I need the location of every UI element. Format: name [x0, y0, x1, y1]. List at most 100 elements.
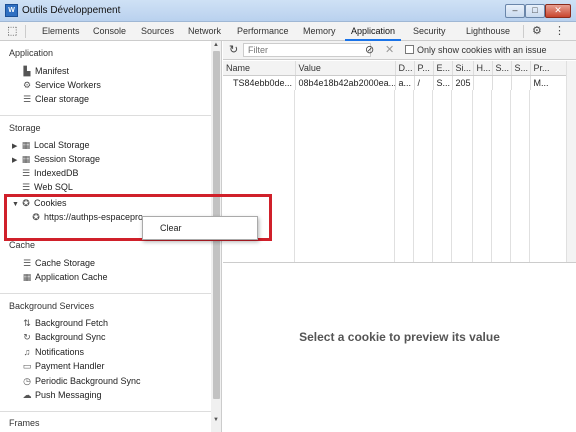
column-divider [394, 90, 395, 262]
table-cell: S... [433, 75, 453, 90]
sidebar-item-payment-handler[interactable]: ▭ Payment Handler [21, 361, 105, 372]
cookies-table: Name Value D... P... E... Si... H... S..… [223, 61, 567, 90]
sidebar-item-background-sync[interactable]: ↻ Background Sync [21, 332, 105, 343]
sidebar-item-push-messaging[interactable]: ☁ Push Messaging [21, 390, 102, 401]
section-divider [0, 411, 211, 412]
column-divider [472, 90, 473, 262]
sidebar-item-background-fetch[interactable]: ⇅ Background Fetch [21, 318, 108, 329]
table-scrollbar[interactable] [566, 61, 576, 262]
sidebar-item-application-cache[interactable]: ▦ Application Cache [21, 272, 108, 283]
tab-elements[interactable]: Elements [42, 22, 80, 41]
grid-icon: ▦ [22, 272, 32, 282]
cookie-filter-input[interactable] [243, 43, 371, 57]
column-header-path[interactable]: P... [414, 61, 434, 76]
column-header-samesite[interactable]: S... [511, 61, 531, 76]
column-divider [451, 90, 452, 262]
table-cell: 08b4e18b42ab2000ea... [295, 75, 396, 90]
credit-card-icon: ▭ [22, 361, 32, 371]
devtools-app-icon: W [5, 4, 18, 17]
scroll-up-arrow-icon[interactable]: ▲ [213, 42, 219, 48]
table-cell [511, 75, 531, 90]
sidebar-item-periodic-background-sync[interactable]: ◷ Periodic Background Sync [21, 376, 141, 387]
tab-lighthouse[interactable]: Lighthouse [466, 22, 510, 41]
scroll-down-arrow-icon[interactable]: ▼ [213, 417, 219, 423]
tab-console[interactable]: Console [93, 22, 126, 41]
delete-selected-icon[interactable]: ✕ [385, 44, 394, 56]
clear-all-icon[interactable]: ⊘ [365, 44, 374, 56]
minimize-button[interactable]: – [505, 4, 525, 18]
sync-icon: ↻ [23, 332, 31, 342]
devtools-tabbar: ⬚ Elements Console Sources Network Perfo… [0, 22, 576, 41]
inspect-element-icon[interactable]: ⬚ [7, 25, 17, 37]
only-issues-label: Only show cookies with an issue [417, 45, 547, 55]
section-background-services: Background Services [9, 301, 95, 311]
maximize-button[interactable]: □ [525, 4, 545, 18]
table-row[interactable]: TS84ebb0de... 08b4e18b42ab2000ea... a...… [223, 75, 567, 90]
column-header-domain[interactable]: D... [395, 61, 415, 76]
table-cell: M... [530, 75, 567, 90]
sidebar-item-manifest[interactable]: ▙ Manifest [21, 66, 69, 77]
tab-performance[interactable]: Performance [237, 22, 289, 41]
sidebar-item-web-sql[interactable]: ☰ Web SQL [20, 182, 73, 193]
grid-icon: ▦ [21, 154, 31, 164]
bottom-bar [223, 409, 576, 432]
column-header-value[interactable]: Value [295, 61, 396, 76]
file-icon: ▙ [23, 66, 31, 76]
section-divider [0, 293, 211, 294]
context-menu-clear[interactable]: Clear [160, 223, 182, 233]
database-icon: ☰ [21, 182, 31, 192]
table-cell [492, 75, 512, 90]
cookie-preview-panel: Select a cookie to preview its value [223, 263, 576, 409]
column-divider [432, 90, 433, 262]
window-titlebar: W Outils Développement – □ ✕ [0, 0, 576, 22]
sidebar-item-cache-storage[interactable]: ☰ Cache Storage [21, 258, 95, 269]
table-header-row: Name Value D... P... E... Si... H... S..… [223, 61, 567, 76]
sidebar-item-notifications[interactable]: ♫ Notifications [21, 347, 84, 357]
sidebar-item-session-storage[interactable]: ▶ ▦ Session Storage [12, 154, 100, 165]
column-divider [491, 90, 492, 262]
sidebar-item-clear-storage[interactable]: ☰ Clear storage [21, 94, 89, 105]
tab-network[interactable]: Network [188, 22, 221, 41]
preview-empty-message: Select a cookie to preview its value [299, 330, 500, 344]
expand-arrow-icon[interactable]: ▶ [12, 142, 20, 150]
sidebar-item-local-storage[interactable]: ▶ ▦ Local Storage [12, 140, 90, 151]
expand-arrow-icon[interactable]: ▶ [12, 156, 20, 164]
column-header-name[interactable]: Name [223, 61, 296, 76]
tab-security[interactable]: Security [413, 22, 446, 41]
table-cell [473, 75, 493, 90]
table-cell: a... [395, 75, 415, 90]
tab-sources[interactable]: Sources [141, 22, 174, 41]
window-title: Outils Développement [22, 5, 121, 16]
settings-gear-icon[interactable]: ⚙ [532, 25, 542, 37]
cookies-toolbar: ↻ ⊘ ✕ Only show cookies with an issue [223, 41, 576, 60]
section-cache: Cache [9, 240, 36, 250]
database-icon: ☰ [22, 258, 32, 268]
column-divider [294, 90, 295, 262]
column-header-priority[interactable]: Pr... [530, 61, 567, 76]
tab-memory[interactable]: Memory [303, 22, 336, 41]
column-header-expires[interactable]: E... [433, 61, 453, 76]
close-button[interactable]: ✕ [545, 4, 571, 18]
table-cell: 205 [452, 75, 474, 90]
bell-icon: ♫ [23, 347, 31, 357]
clock-icon: ◷ [23, 376, 31, 386]
grid-icon: ▦ [21, 140, 31, 150]
column-header-secure[interactable]: S... [492, 61, 512, 76]
sidebar-item-service-workers[interactable]: ⚙ Service Workers [21, 80, 101, 91]
up-down-arrows-icon: ⇅ [23, 318, 31, 328]
refresh-icon[interactable]: ↻ [229, 44, 238, 56]
table-empty-area [223, 90, 566, 262]
sidebar-item-indexeddb[interactable]: ☰ IndexedDB [20, 168, 79, 179]
column-divider [510, 90, 511, 262]
database-icon: ☰ [21, 168, 31, 178]
column-divider [413, 90, 414, 262]
column-header-size[interactable]: Si... [452, 61, 474, 76]
section-storage: Storage [9, 123, 41, 133]
section-application: Application [9, 48, 54, 58]
more-options-icon[interactable]: ⋮ [554, 25, 565, 37]
tab-application[interactable]: Application [345, 22, 402, 41]
section-divider [0, 115, 211, 116]
only-issues-checkbox[interactable] [405, 45, 414, 54]
table-cell: / [414, 75, 434, 90]
column-header-httponly[interactable]: H... [473, 61, 493, 76]
